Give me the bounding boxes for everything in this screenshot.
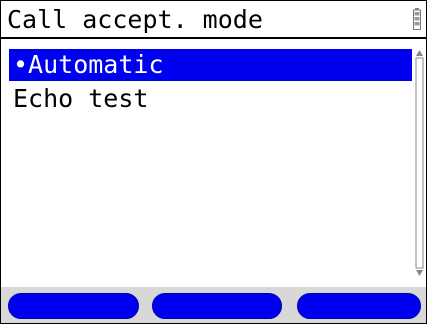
title-bar: Call accept. mode bbox=[1, 1, 426, 39]
softkey-right-button[interactable] bbox=[297, 293, 421, 319]
softkey-left-button[interactable] bbox=[8, 293, 139, 319]
device-screen: Call accept. mode •Automatic Echo test bbox=[0, 0, 427, 324]
scrollbar[interactable] bbox=[415, 50, 424, 276]
softkey-middle-button[interactable] bbox=[152, 293, 282, 319]
menu-item-echo-test[interactable]: Echo test bbox=[9, 83, 412, 115]
battery-icon bbox=[413, 8, 421, 30]
menu-item-label: Echo test bbox=[13, 84, 149, 113]
softkey-bar bbox=[1, 287, 426, 323]
page-title: Call accept. mode bbox=[7, 5, 263, 34]
menu-item-label: •Automatic bbox=[13, 50, 164, 79]
menu-list: •Automatic Echo test bbox=[9, 49, 413, 281]
menu-item-automatic[interactable]: •Automatic bbox=[9, 49, 412, 81]
